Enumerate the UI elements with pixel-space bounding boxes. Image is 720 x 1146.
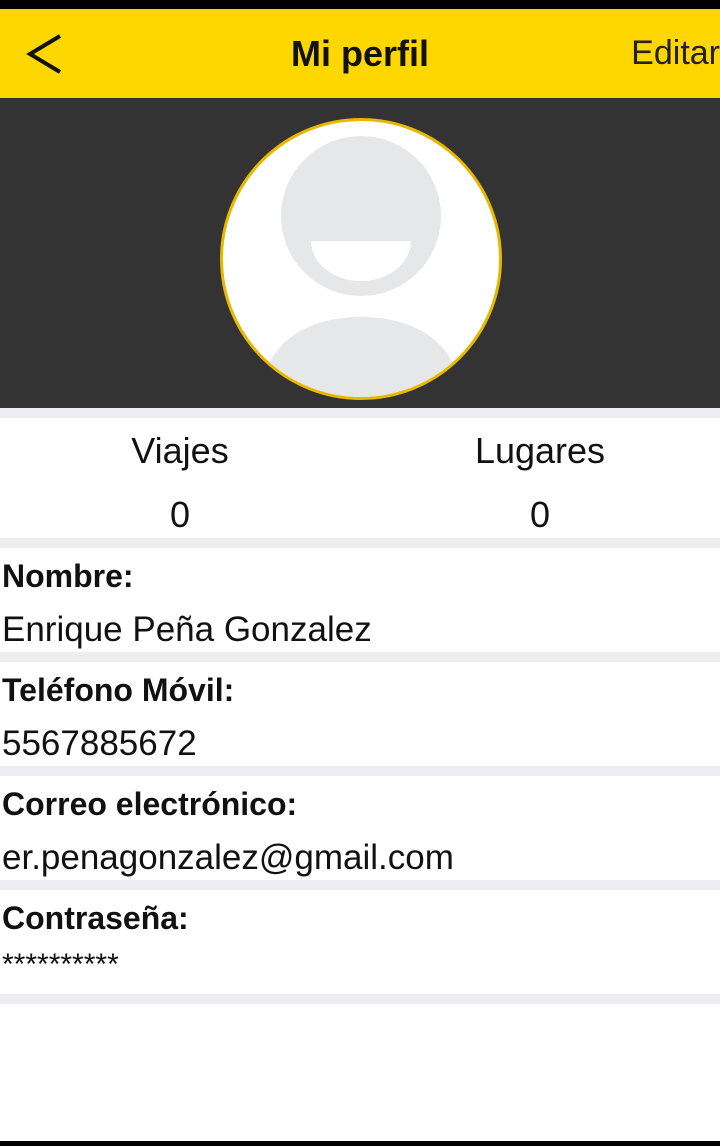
field-name-value: Enrique Peña Gonzalez — [2, 610, 372, 649]
divider — [0, 652, 720, 662]
field-email-value: er.penagonzalez@gmail.com — [2, 838, 454, 877]
field-phone-label: Teléfono Móvil: — [2, 672, 235, 708]
field-name: Nombre: Enrique Peña Gonzalez — [0, 548, 720, 652]
field-email: Correo electrónico: er.penagonzalez@gmai… — [0, 776, 720, 880]
stat-trips: Viajes 0 — [0, 418, 360, 536]
status-bar-strip — [0, 0, 720, 9]
divider — [0, 994, 720, 1004]
stat-places-label: Lugares — [474, 430, 606, 471]
field-name-label: Nombre: — [2, 558, 134, 594]
avatar[interactable] — [220, 118, 502, 400]
app-header: Mi perfil Editar — [0, 9, 720, 98]
back-button[interactable] — [14, 21, 74, 87]
edit-button[interactable]: Editar — [631, 9, 720, 98]
user-placeholder-icon — [261, 136, 461, 397]
field-password-label: Contraseña: — [2, 900, 189, 936]
page-title: Mi perfil — [290, 32, 429, 74]
divider — [0, 880, 720, 890]
field-email-label: Correo electrónico: — [2, 786, 298, 822]
divider — [0, 766, 720, 776]
stats-row: Viajes 0 Lugares 0 — [0, 418, 720, 538]
profile-banner — [0, 98, 720, 408]
stat-places: Lugares 0 — [360, 418, 720, 536]
chevron-left-icon — [26, 34, 62, 74]
nav-bar-strip — [0, 1141, 720, 1146]
stat-places-value: 0 — [529, 494, 551, 535]
divider — [0, 408, 720, 418]
field-password-value: ********** — [2, 948, 119, 981]
field-password: Contraseña: ********** — [0, 890, 720, 994]
stat-trips-label: Viajes — [131, 430, 229, 471]
divider — [0, 538, 720, 548]
stat-trips-value: 0 — [169, 494, 191, 535]
field-phone-value: 5567885672 — [2, 724, 197, 763]
field-phone: Teléfono Móvil: 5567885672 — [0, 662, 720, 766]
